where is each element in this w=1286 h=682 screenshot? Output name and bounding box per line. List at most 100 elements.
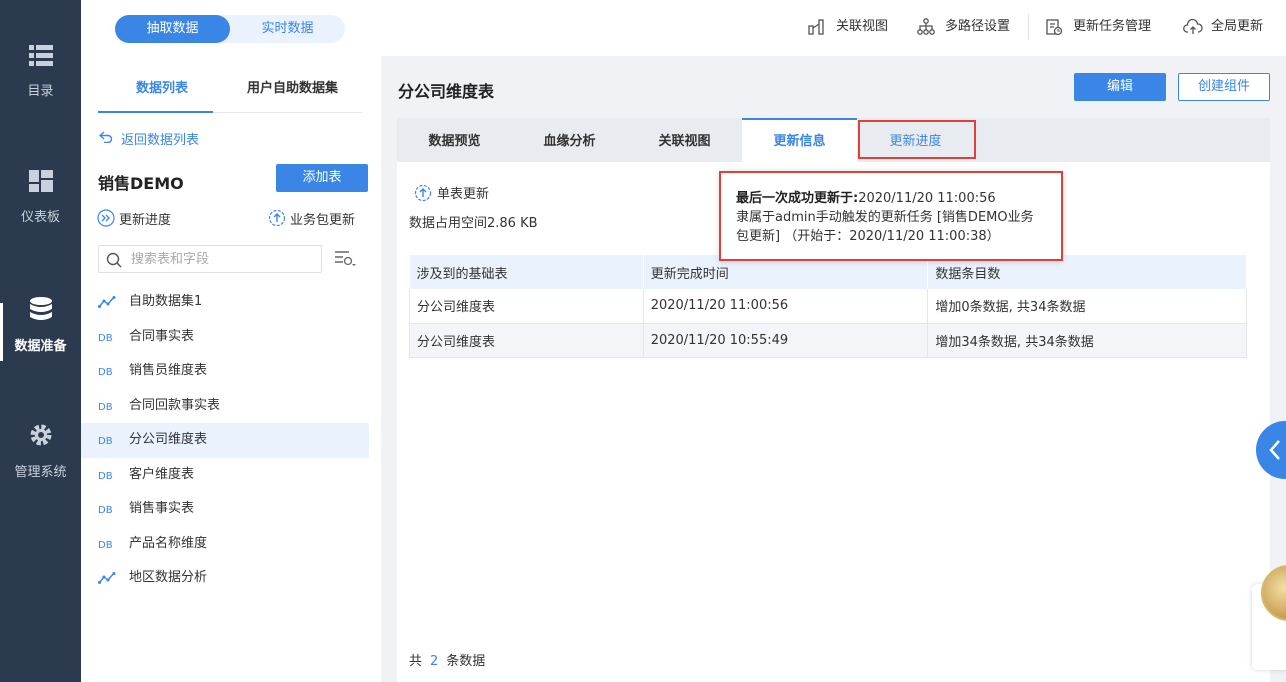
nav-item-admin[interactable]: 管理系统 (0, 423, 81, 480)
svg-text:DB: DB (98, 471, 113, 481)
last-update-tooltip: 最后一次成功更新于:2020/11/20 11:00:56 隶属于admin手动… (719, 171, 1063, 261)
package-title: 销售DEMO (98, 174, 184, 193)
search-field[interactable] (98, 245, 322, 273)
list-item-selected[interactable]: DB 分公司维度表 (81, 423, 369, 458)
tooltip-line-1: 最后一次成功更新于:2020/11/20 11:00:56 (736, 189, 1061, 208)
tab-update-info[interactable]: 更新信息 (742, 118, 857, 162)
table-name: 销售员维度表 (129, 363, 208, 378)
db-table-icon: DB (98, 505, 113, 515)
package-update-label: 业务包更新 (290, 213, 356, 228)
relation-view-label: 关联视图 (836, 19, 889, 34)
db-table-icon: DB (98, 436, 113, 446)
package-update-icon (268, 209, 286, 227)
list-item[interactable]: 自助数据集1 (81, 285, 369, 320)
update-record-table: 涉及到的基础表 更新完成时间 数据条目数 分公司维度表 2020/11/20 1… (409, 255, 1247, 358)
tab-active-underline (98, 111, 213, 113)
tab-relation-view[interactable]: 关联视图 (627, 118, 742, 162)
table-cell: 2020/11/20 10:55:49 (643, 323, 929, 358)
tab-user-dataset[interactable]: 用户自助数据集 (247, 77, 338, 96)
db-table-icon: DB (98, 402, 113, 412)
svg-text:DB: DB (98, 540, 113, 550)
list-item[interactable]: DB 合同回款事实表 (81, 389, 369, 424)
chevron-left-icon (1269, 440, 1280, 460)
search-input[interactable] (131, 250, 316, 268)
list-item[interactable]: DB 客户维度表 (81, 458, 369, 493)
back-arrow-icon (99, 131, 113, 143)
table-name: 地区数据分析 (129, 570, 208, 585)
list-icon (28, 45, 53, 66)
list-item[interactable]: DB 销售员维度表 (81, 354, 369, 389)
nav-label: 管理系统 (14, 465, 67, 480)
record-count: 共 2 条数据 (409, 650, 485, 669)
tooltip-line-3: 包更新] （开始于：2020/11/20 11:00:38） (736, 229, 1000, 244)
nav-label: 数据准备 (14, 339, 67, 354)
progress-chevrons-icon (97, 209, 115, 227)
table-name: 合同回款事实表 (129, 397, 221, 413)
tab-data-preview[interactable]: 数据预览 (397, 118, 512, 162)
add-table-button[interactable]: 添加表 (276, 164, 368, 192)
list-item[interactable]: DB 销售事实表 (81, 492, 369, 527)
dashboard-icon (28, 170, 53, 192)
task-manage-icon (1046, 19, 1063, 36)
svg-text:DB: DB (98, 402, 113, 412)
database-icon (29, 297, 52, 320)
svg-text:DB: DB (98, 367, 113, 377)
db-table-icon: DB (98, 367, 113, 377)
edit-button[interactable]: 编辑 (1074, 73, 1166, 101)
left-nav: 目录 仪表板 数据准备 管理系统 (0, 0, 81, 682)
storage-usage: 数据占用空间2.86 KB (409, 216, 538, 231)
column-header: 涉及到的基础表 (409, 255, 644, 289)
db-table-icon: DB (98, 333, 113, 343)
upload-circle-icon (414, 184, 432, 202)
svg-text:DB: DB (98, 333, 113, 343)
list-item[interactable]: DB 产品名称维度 (81, 527, 369, 562)
multipath-settings-label: 多路径设置 (945, 19, 1011, 34)
svg-text:DB: DB (98, 505, 113, 515)
self-dataset-icon (98, 572, 116, 584)
table-cell: 增加0条数据, 共34条数据 (927, 289, 1247, 324)
relation-view-icon (808, 19, 824, 35)
top-bar: 抽取数据 实时数据 关联视图 多路径设置 更新任务管理 全局更新 (81, 0, 1286, 56)
table-row: 分公司维度表 2020/11/20 10:55:49 增加34条数据, 共34条… (409, 323, 1247, 358)
list-item[interactable]: DB 合同事实表 (81, 320, 369, 355)
table-row: 分公司维度表 2020/11/20 11:00:56 增加0条数据, 共34条数… (409, 289, 1247, 324)
update-progress-label: 更新进度 (119, 213, 172, 228)
tooltip-label: 最后一次成功更新于: (736, 191, 859, 206)
nav-label: 仪表板 (20, 210, 60, 225)
total-count: 2 (430, 654, 439, 669)
tab-lineage[interactable]: 血缘分析 (512, 118, 627, 162)
data-list-panel: 数据列表 用户自助数据集 返回数据列表 销售DEMO 添加表 更新进度 业务包更… (81, 56, 381, 682)
self-dataset-icon (98, 296, 116, 308)
table-name: 销售事实表 (129, 501, 195, 516)
nav-label: 目录 (27, 84, 54, 99)
highlight-frame (858, 120, 976, 159)
list-item[interactable]: 地区数据分析 (81, 561, 369, 596)
create-component-button[interactable]: 创建组件 (1178, 73, 1270, 101)
total-prefix: 共 (409, 654, 423, 669)
realtime-data-toggle[interactable]: 实时数据 (230, 15, 345, 43)
nav-item-catalog[interactable]: 目录 (0, 44, 81, 99)
gear-icon (30, 424, 51, 446)
detail-tabs: 数据预览 血缘分析 关联视图 更新信息 更新进度 (397, 118, 1270, 162)
db-table-icon: DB (98, 471, 113, 481)
page-title: 分公司维度表 (398, 82, 495, 101)
global-update-label: 全局更新 (1211, 19, 1264, 34)
filter-icon[interactable] (333, 249, 357, 269)
toolbar-divider (1028, 14, 1029, 40)
search-icon (106, 252, 122, 268)
extract-data-toggle[interactable]: 抽取数据 (115, 15, 230, 43)
update-task-manage-label: 更新任务管理 (1073, 19, 1152, 34)
table-name: 分公司维度表 (129, 432, 208, 447)
table-cell: 2020/11/20 11:00:56 (643, 289, 929, 324)
db-table-icon: DB (98, 540, 113, 550)
table-name: 合同事实表 (129, 328, 195, 344)
tab-data-list[interactable]: 数据列表 (136, 77, 188, 96)
main-area: 分公司维度表 编辑 创建组件 数据预览 血缘分析 关联视图 更新信息 更新进度 … (381, 56, 1286, 682)
table-cell: 分公司维度表 (409, 289, 644, 324)
nav-item-dashboard[interactable]: 仪表板 (0, 170, 81, 225)
nav-item-data-prep[interactable]: 数据准备 (0, 297, 81, 354)
data-mode-switch: 抽取数据 实时数据 (115, 15, 345, 43)
table-list: 自助数据集1 DB 合同事实表 DB 销售员维度表 DB 合同回款事实表 DB … (81, 285, 369, 596)
tooltip-line-2: 隶属于admin手动触发的更新任务 [销售DEMO业务 (736, 210, 1034, 225)
table-cell: 增加34条数据, 共34条数据 (927, 323, 1247, 358)
